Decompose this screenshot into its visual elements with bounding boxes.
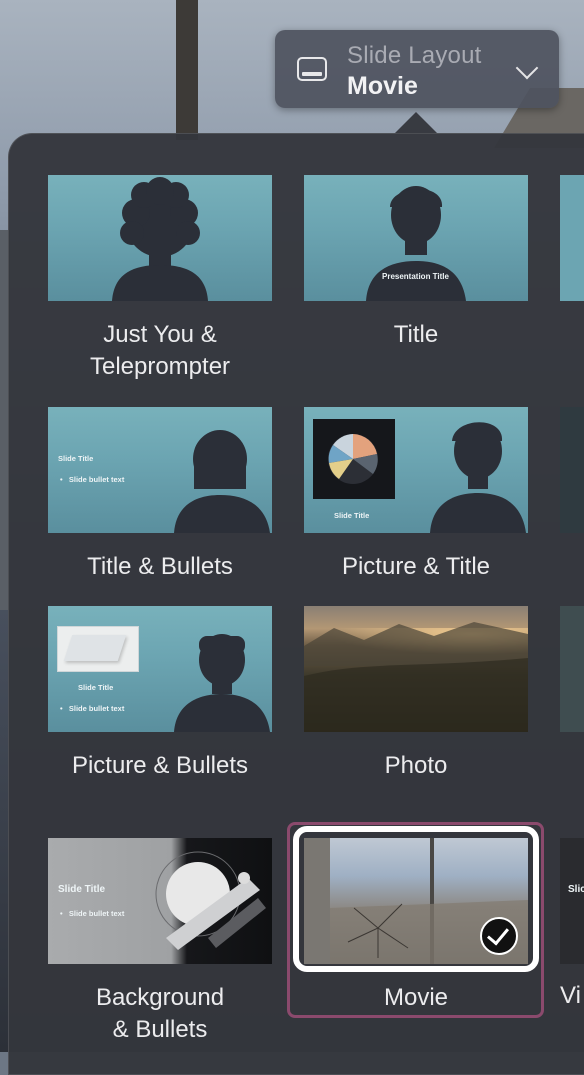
thumb-bullet-text: • Slide bullet text	[60, 475, 125, 484]
layout-thumbnail: Slide Title • Slide bullet text	[48, 407, 272, 533]
person-silhouette-icon	[174, 430, 270, 533]
popover-arrow	[394, 112, 438, 134]
layout-label: Picture & Bullets	[71, 752, 249, 779]
layout-thumbnail: Slide Title • Slide bullet text	[48, 606, 272, 732]
layout-label: Picture & Title	[341, 553, 491, 580]
person-silhouette-icon	[112, 177, 208, 301]
layout-offscreen-thumb[interactable]: Slic	[560, 838, 584, 964]
thumb-title-text: Slide Title	[58, 454, 94, 463]
window-frame-post	[176, 0, 198, 140]
layout-label: Photo	[384, 752, 448, 779]
thumb-bullet-text: • Slide bullet text	[60, 704, 125, 713]
slide-layout-icon	[297, 57, 327, 81]
layout-label: Title & Bullets	[87, 553, 233, 580]
thumb-title-text: Slide Title	[58, 884, 106, 895]
thumb-title-text: Presentation Title	[382, 272, 449, 281]
layout-label: Movie	[383, 984, 449, 1011]
layout-thumbnail: Slide Title	[304, 407, 528, 533]
chevron-down-icon	[515, 56, 539, 80]
layout-label-offscreen: Vi	[560, 982, 581, 1009]
slide-layout-value: Movie	[347, 72, 418, 100]
abstract-art	[155, 851, 266, 950]
layout-thumbnail	[48, 175, 272, 301]
thumb-title-text: Slide Title	[334, 511, 370, 520]
layout-label: Title	[393, 321, 439, 348]
checkmark-icon	[480, 917, 518, 955]
layout-label: Background & Bullets	[95, 984, 225, 1043]
slide-layout-popup-button[interactable]: Slide Layout Movie	[275, 30, 559, 108]
layout-thumbnail	[304, 606, 528, 732]
layout-label: Just You & Teleprompter	[89, 321, 231, 380]
layout-offscreen-thumb[interactable]	[560, 606, 584, 732]
slide-layout-caption: Slide Layout	[347, 42, 482, 69]
person-silhouette-icon	[366, 186, 466, 301]
layout-thumbnail: Presentation Title	[304, 175, 528, 301]
thumb-bullet-text: • Slide bullet text	[60, 909, 125, 918]
mountain-photo	[304, 622, 528, 732]
layout-offscreen-thumb[interactable]	[560, 407, 584, 533]
person-silhouette-icon	[174, 634, 270, 732]
thumb-title-text: Slide Title	[78, 683, 114, 692]
layout-thumbnail: Slide Title • Slide bullet text	[48, 838, 272, 964]
thumb-title-text: Slic	[568, 884, 584, 895]
layout-offscreen-thumb[interactable]	[560, 175, 584, 301]
